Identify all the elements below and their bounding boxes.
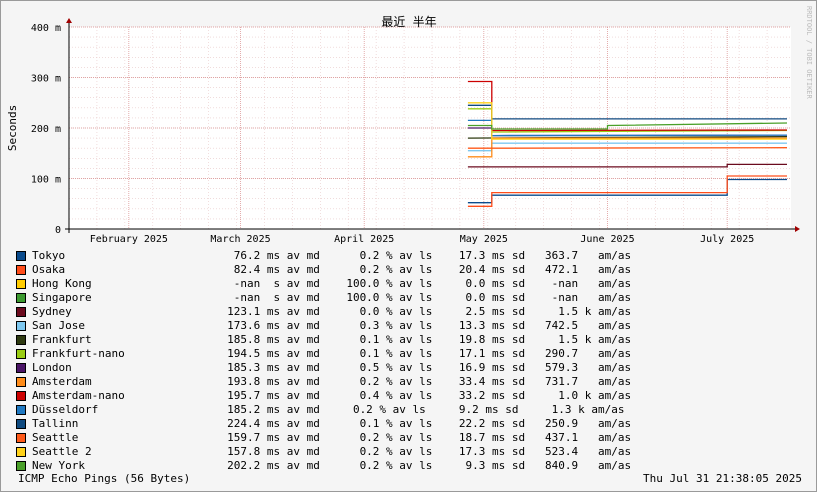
- legend-name: London: [32, 361, 72, 374]
- legend-row: London 185.3 ms av md 0.5 % av ls 16.9 m…: [16, 361, 632, 375]
- legend-row: Osaka 82.4 ms av md 0.2 % av ls 20.4 ms …: [16, 263, 632, 277]
- legend-name: San Jose: [32, 319, 85, 332]
- legend-swatch: [16, 461, 26, 471]
- legend-swatch: [16, 349, 26, 359]
- legend-name: Frankfurt: [32, 333, 92, 346]
- legend-name: Tokyo: [32, 249, 66, 262]
- footer-timestamp: Thu Jul 31 21:38:05 2025: [643, 472, 802, 485]
- legend: Tokyo 76.2 ms av md 0.2 % av ls 17.3 ms …: [16, 249, 632, 473]
- legend-stats: -nan s av md 100.0 % av ls 0.0 ms sd -na…: [194, 277, 632, 290]
- legend-row: Tallinn 224.4 ms av md 0.1 % av ls 22.2 …: [16, 417, 632, 431]
- legend-row: New York 202.2 ms av md 0.2 % av ls 9.3 …: [16, 459, 632, 473]
- x-tick-label: July 2025: [700, 234, 754, 245]
- legend-stats: 173.6 ms av md 0.3 % av ls 13.3 ms sd 74…: [194, 319, 632, 332]
- legend-name: Sydney: [32, 305, 72, 318]
- series-line-seattle: [467, 147, 788, 149]
- legend-name: Tallinn: [32, 417, 79, 430]
- y-tick-label: 0: [55, 225, 61, 236]
- y-axis-arrow: [66, 18, 72, 23]
- rrd-graph: 0 100 m 200 m 300 m 400 m February 2025 March …: [0, 0, 817, 492]
- legend-name: Seattle 2: [32, 445, 92, 458]
- legend-stats: 194.5 ms av md 0.1 % av ls 17.1 ms sd 29…: [194, 347, 632, 360]
- legend-swatch: [16, 279, 26, 289]
- legend-swatch: [16, 335, 26, 345]
- legend-row: Sydney 123.1 ms av md 0.0 % av ls 2.5 ms…: [16, 305, 632, 319]
- chart-title: 最近 半年: [381, 15, 436, 29]
- legend-row: Düsseldorf 185.2 ms av md 0.2 % av ls 9.…: [16, 403, 625, 417]
- x-tick-label: March 2025: [210, 234, 270, 245]
- legend-row: Amsterdam 193.8 ms av md 0.2 % av ls 33.…: [16, 375, 632, 389]
- legend-swatch: [16, 265, 26, 275]
- legend-swatch: [16, 321, 26, 331]
- legend-stats: 123.1 ms av md 0.0 % av ls 2.5 ms sd 1.5…: [194, 305, 632, 318]
- legend-name: Singapore: [32, 291, 92, 304]
- y-tick-label: 300 m: [31, 74, 61, 85]
- x-tick-label: May 2025: [460, 234, 508, 245]
- legend-stats: 76.2 ms av md 0.2 % av ls 17.3 ms sd 363…: [194, 249, 632, 262]
- legend-row: Amsterdam-nano 195.7 ms av md 0.4 % av l…: [16, 389, 632, 403]
- x-tick-label: June 2025: [580, 234, 634, 245]
- legend-stats: 185.3 ms av md 0.5 % av ls 16.9 ms sd 57…: [194, 361, 632, 374]
- legend-name: Amsterdam: [32, 375, 92, 388]
- legend-name: New York: [32, 459, 85, 472]
- legend-stats: 202.2 ms av md 0.2 % av ls 9.3 ms sd 840…: [194, 459, 632, 472]
- legend-stats: 159.7 ms av md 0.2 % av ls 18.7 ms sd 43…: [194, 431, 632, 444]
- legend-row: San Jose 173.6 ms av md 0.3 % av ls 13.3…: [16, 319, 632, 333]
- legend-stats: 193.8 ms av md 0.2 % av ls 33.4 ms sd 73…: [194, 375, 632, 388]
- legend-name: Hong Kong: [32, 277, 92, 290]
- legend-swatch: [16, 377, 26, 387]
- legend-row: Seattle 159.7 ms av md 0.2 % av ls 18.7 …: [16, 431, 632, 445]
- x-axis-arrow: [795, 226, 800, 232]
- legend-stats: 82.4 ms av md 0.2 % av ls 20.4 ms sd 472…: [194, 263, 632, 276]
- legend-swatch: [16, 363, 26, 373]
- y-tick-label: 400 m: [31, 23, 61, 34]
- legend-row: Tokyo 76.2 ms av md 0.2 % av ls 17.3 ms …: [16, 249, 632, 263]
- legend-stats: 185.8 ms av md 0.1 % av ls 19.8 ms sd 1.…: [194, 333, 632, 346]
- legend-swatch: [16, 251, 26, 261]
- x-tick-label: February 2025: [90, 234, 168, 245]
- watermark: RRDTOOL / TOBI OETIKER: [805, 6, 813, 100]
- legend-swatch: [16, 307, 26, 317]
- legend-stats: 157.8 ms av md 0.2 % av ls 17.3 ms sd 52…: [194, 445, 632, 458]
- legend-swatch: [16, 293, 26, 303]
- footer-title: ICMP Echo Pings (56 Bytes): [18, 472, 191, 485]
- legend-swatch: [16, 433, 26, 443]
- legend-stats: 185.2 ms av md 0.2 % av ls 9.2 ms sd 1.3…: [194, 403, 625, 416]
- legend-row: Frankfurt 185.8 ms av md 0.1 % av ls 19.…: [16, 333, 632, 347]
- legend-row: Singapore -nan s av md 100.0 % av ls 0.0…: [16, 291, 632, 305]
- legend-row: Frankfurt-nano 194.5 ms av md 0.1 % av l…: [16, 347, 632, 361]
- y-tick-label: 100 m: [31, 175, 61, 186]
- legend-row: Hong Kong -nan s av md 100.0 % av ls 0.0…: [16, 277, 632, 291]
- legend-name: Düsseldorf: [32, 403, 99, 416]
- legend-stats: 195.7 ms av md 0.4 % av ls 33.2 ms sd 1.…: [194, 389, 632, 402]
- legend-name: Osaka: [32, 263, 66, 276]
- legend-stats: 224.4 ms av md 0.1 % av ls 22.2 ms sd 25…: [194, 417, 632, 430]
- legend-swatch: [16, 391, 26, 401]
- legend-row: Seattle 2 157.8 ms av md 0.2 % av ls 17.…: [16, 445, 632, 459]
- legend-name: Seattle: [32, 431, 79, 444]
- latency-chart: 0 100 m 200 m 300 m 400 m February 2025 March …: [6, 6, 813, 245]
- legend-swatch: [16, 447, 26, 457]
- legend-swatch: [16, 405, 26, 415]
- legend-stats: -nan s av md 100.0 % av ls 0.0 ms sd -na…: [194, 291, 632, 304]
- legend-name: Amsterdam-nano: [32, 389, 125, 402]
- y-axis-label: Seconds: [6, 105, 19, 151]
- legend-swatch: [16, 419, 26, 429]
- legend-name: Frankfurt-nano: [32, 347, 125, 360]
- y-tick-label: 200 m: [31, 124, 61, 135]
- x-tick-label: April 2025: [334, 234, 394, 245]
